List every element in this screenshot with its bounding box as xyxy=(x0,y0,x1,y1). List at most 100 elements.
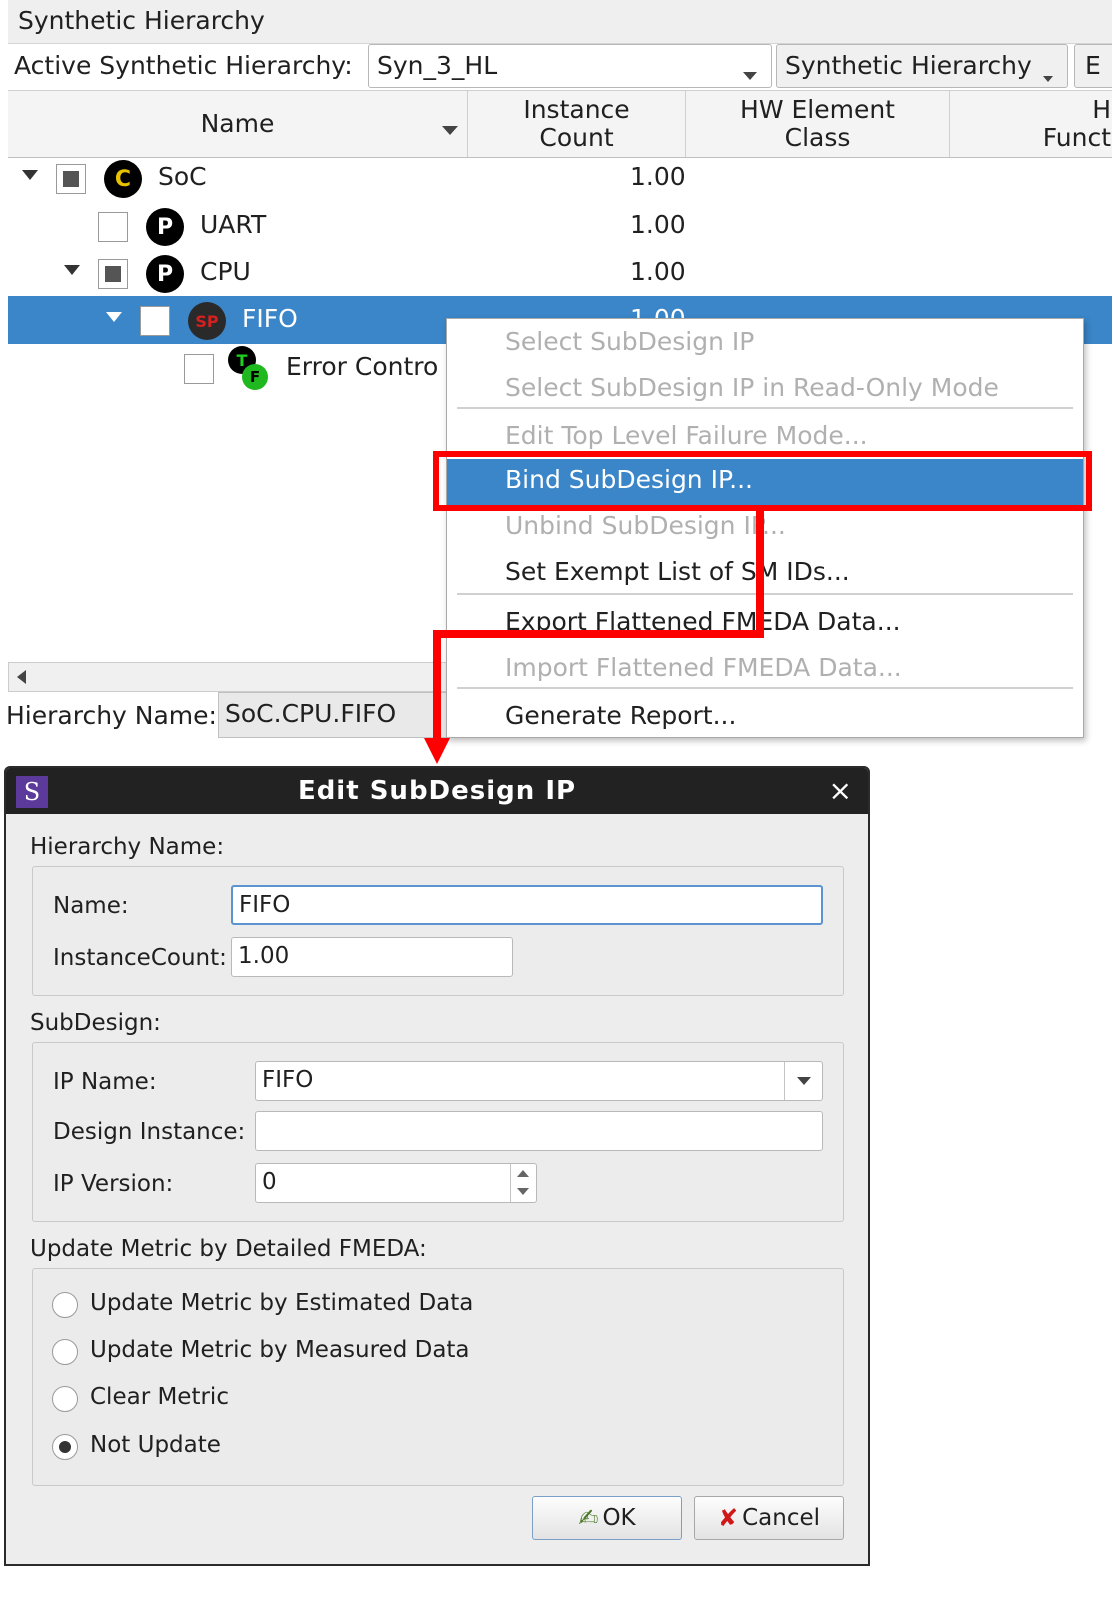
ok-button-label: OK xyxy=(602,1505,636,1531)
ip-version-label: IP Version: xyxy=(53,1171,174,1197)
chevron-down-icon xyxy=(1043,59,1053,88)
annotation-connector-line xyxy=(433,630,764,638)
menu-item-export-flattened-fmeda[interactable]: Export Flattened FMEDA Data... xyxy=(447,601,1083,647)
radio-label: Update Metric by Measured Data xyxy=(90,1337,470,1363)
column-header-function[interactable]: H Funct xyxy=(950,91,1112,157)
row-instance-count: 1.00 xyxy=(630,210,686,239)
radio-label: Update Metric by Estimated Data xyxy=(90,1290,474,1316)
active-hierarchy-label: Active Synthetic Hierarchy: xyxy=(14,51,353,80)
horizontal-scrollbar[interactable] xyxy=(8,662,448,692)
tree-row-cpu[interactable]: P CPU 1.00 xyxy=(8,249,1112,297)
ip-name-label: IP Name: xyxy=(53,1069,157,1095)
cancel-button-label: Cancel xyxy=(742,1505,821,1531)
column-header-function-label: H Funct xyxy=(1042,95,1111,152)
row-checkbox[interactable] xyxy=(184,354,214,384)
menu-separator xyxy=(457,687,1073,689)
column-header-hw-element-class-label: HW Element Class xyxy=(740,95,895,152)
scroll-left-icon[interactable] xyxy=(17,670,26,684)
annotation-highlight-box xyxy=(433,451,1092,511)
close-icon[interactable]: × xyxy=(829,774,852,807)
menu-item-unbind-subdesign-ip[interactable]: Unbind SubDesign IP... xyxy=(447,505,1083,551)
menu-separator xyxy=(457,593,1073,595)
subdesign-ip-icon: SP xyxy=(188,302,226,340)
spin-up-icon[interactable] xyxy=(517,1170,529,1177)
cancel-button[interactable]: ✘ Cancel xyxy=(694,1496,844,1540)
context-menu: Select SubDesign IP Select SubDesign IP … xyxy=(446,318,1084,738)
extra-toolbar-button[interactable]: E xyxy=(1074,44,1112,88)
hierarchy-section-label: Hierarchy Name: xyxy=(30,834,225,860)
radio-button-checked[interactable] xyxy=(52,1434,78,1460)
hierarchy-type-dropdown[interactable]: Synthetic Hierarchy xyxy=(776,44,1068,88)
active-hierarchy-value: Syn_3_HL xyxy=(377,51,498,80)
row-instance-count: 1.00 xyxy=(630,162,686,191)
radio-button[interactable] xyxy=(52,1386,78,1412)
annotation-arrowhead-icon xyxy=(424,738,450,764)
ip-version-spinner[interactable]: 0 xyxy=(255,1163,537,1203)
annotation-connector-line xyxy=(433,630,441,742)
expand-toggle-icon[interactable] xyxy=(64,265,80,275)
row-name: FIFO xyxy=(242,304,298,333)
cancel-x-icon: ✘ xyxy=(717,1504,739,1532)
row-checkbox[interactable] xyxy=(98,259,128,289)
chevron-down-icon[interactable] xyxy=(784,1062,822,1100)
row-name: CPU xyxy=(200,257,251,286)
tree-column-header: Name Instance Count HW Element Class H F… xyxy=(8,90,1112,158)
expand-toggle-icon[interactable] xyxy=(22,170,38,180)
radio-button[interactable] xyxy=(52,1292,78,1318)
hierarchy-name-field[interactable]: SoC.CPU.FIFO xyxy=(218,692,450,738)
radio-label: Clear Metric xyxy=(90,1384,229,1410)
ok-icon: ✍ xyxy=(578,1504,599,1532)
design-instance-label: Design Instance: xyxy=(53,1119,246,1145)
row-name: SoC xyxy=(158,162,207,191)
column-header-hw-element-class[interactable]: HW Element Class xyxy=(686,91,950,157)
failure-mode-f-icon: F xyxy=(242,364,268,390)
dialog-title: Edit SubDesign IP xyxy=(297,776,577,806)
annotation-connector-line xyxy=(756,505,764,638)
design-instance-input[interactable] xyxy=(255,1111,823,1151)
row-checkbox[interactable] xyxy=(56,164,86,194)
radio-label: Not Update xyxy=(90,1432,221,1458)
menu-separator xyxy=(457,407,1073,409)
active-hierarchy-dropdown[interactable]: Syn_3_HL xyxy=(368,44,772,88)
spinner-buttons[interactable] xyxy=(510,1164,536,1202)
instance-count-label: InstanceCount: xyxy=(53,945,227,971)
instance-count-input[interactable]: 1.00 xyxy=(231,937,513,977)
component-p-icon: P xyxy=(146,255,184,293)
menu-item-set-exempt-list[interactable]: Set Exempt List of SM IDs... xyxy=(447,551,1083,597)
sort-down-icon[interactable] xyxy=(442,113,458,141)
spin-down-icon[interactable] xyxy=(517,1188,529,1195)
row-name: Error Contro xyxy=(286,352,439,381)
name-input[interactable]: FIFO xyxy=(231,885,823,925)
row-name: UART xyxy=(200,210,267,239)
row-checkbox[interactable] xyxy=(140,306,170,336)
ip-name-value: FIFO xyxy=(262,1067,314,1093)
hierarchy-type-value: Synthetic Hierarchy xyxy=(785,51,1032,80)
component-c-icon: C xyxy=(104,160,142,198)
radio-button[interactable] xyxy=(52,1339,78,1365)
ip-name-dropdown[interactable]: FIFO xyxy=(255,1061,823,1101)
column-header-instance-count[interactable]: Instance Count xyxy=(468,91,686,157)
component-p-icon: P xyxy=(146,208,184,246)
column-header-name-label: Name xyxy=(200,109,275,138)
menu-item-generate-report[interactable]: Generate Report... xyxy=(447,695,1083,741)
metric-section-label: Update Metric by Detailed FMEDA: xyxy=(30,1236,427,1262)
tree-row-uart[interactable]: P UART 1.00 xyxy=(8,202,1112,250)
edit-subdesign-ip-dialog: S Edit SubDesign IP × Hierarchy Name: Na… xyxy=(4,766,870,1566)
failure-mode-icon: T F xyxy=(228,346,276,394)
tree-row-soc[interactable]: C SoC 1.00 xyxy=(8,154,1112,202)
row-checkbox[interactable] xyxy=(98,212,128,242)
row-instance-count: 1.00 xyxy=(630,257,686,286)
name-label: Name: xyxy=(53,893,129,919)
chevron-down-icon xyxy=(743,57,757,86)
panel-title: Synthetic Hierarchy xyxy=(8,0,1112,44)
subdesign-section-label: SubDesign: xyxy=(30,1010,161,1036)
ip-version-value: 0 xyxy=(262,1169,277,1195)
column-header-name[interactable]: Name xyxy=(8,91,468,157)
hierarchy-name-label: Hierarchy Name: xyxy=(6,701,217,730)
expand-toggle-icon[interactable] xyxy=(106,312,122,322)
column-header-instance-count-label: Instance Count xyxy=(523,95,630,152)
subdesign-group: IP Name: FIFO Design Instance: IP Versio… xyxy=(32,1042,844,1222)
ok-button[interactable]: ✍ OK xyxy=(532,1496,682,1540)
menu-item-select-subdesign-ip[interactable]: Select SubDesign IP xyxy=(447,321,1083,367)
dialog-titlebar[interactable]: S Edit SubDesign IP × xyxy=(6,768,868,814)
